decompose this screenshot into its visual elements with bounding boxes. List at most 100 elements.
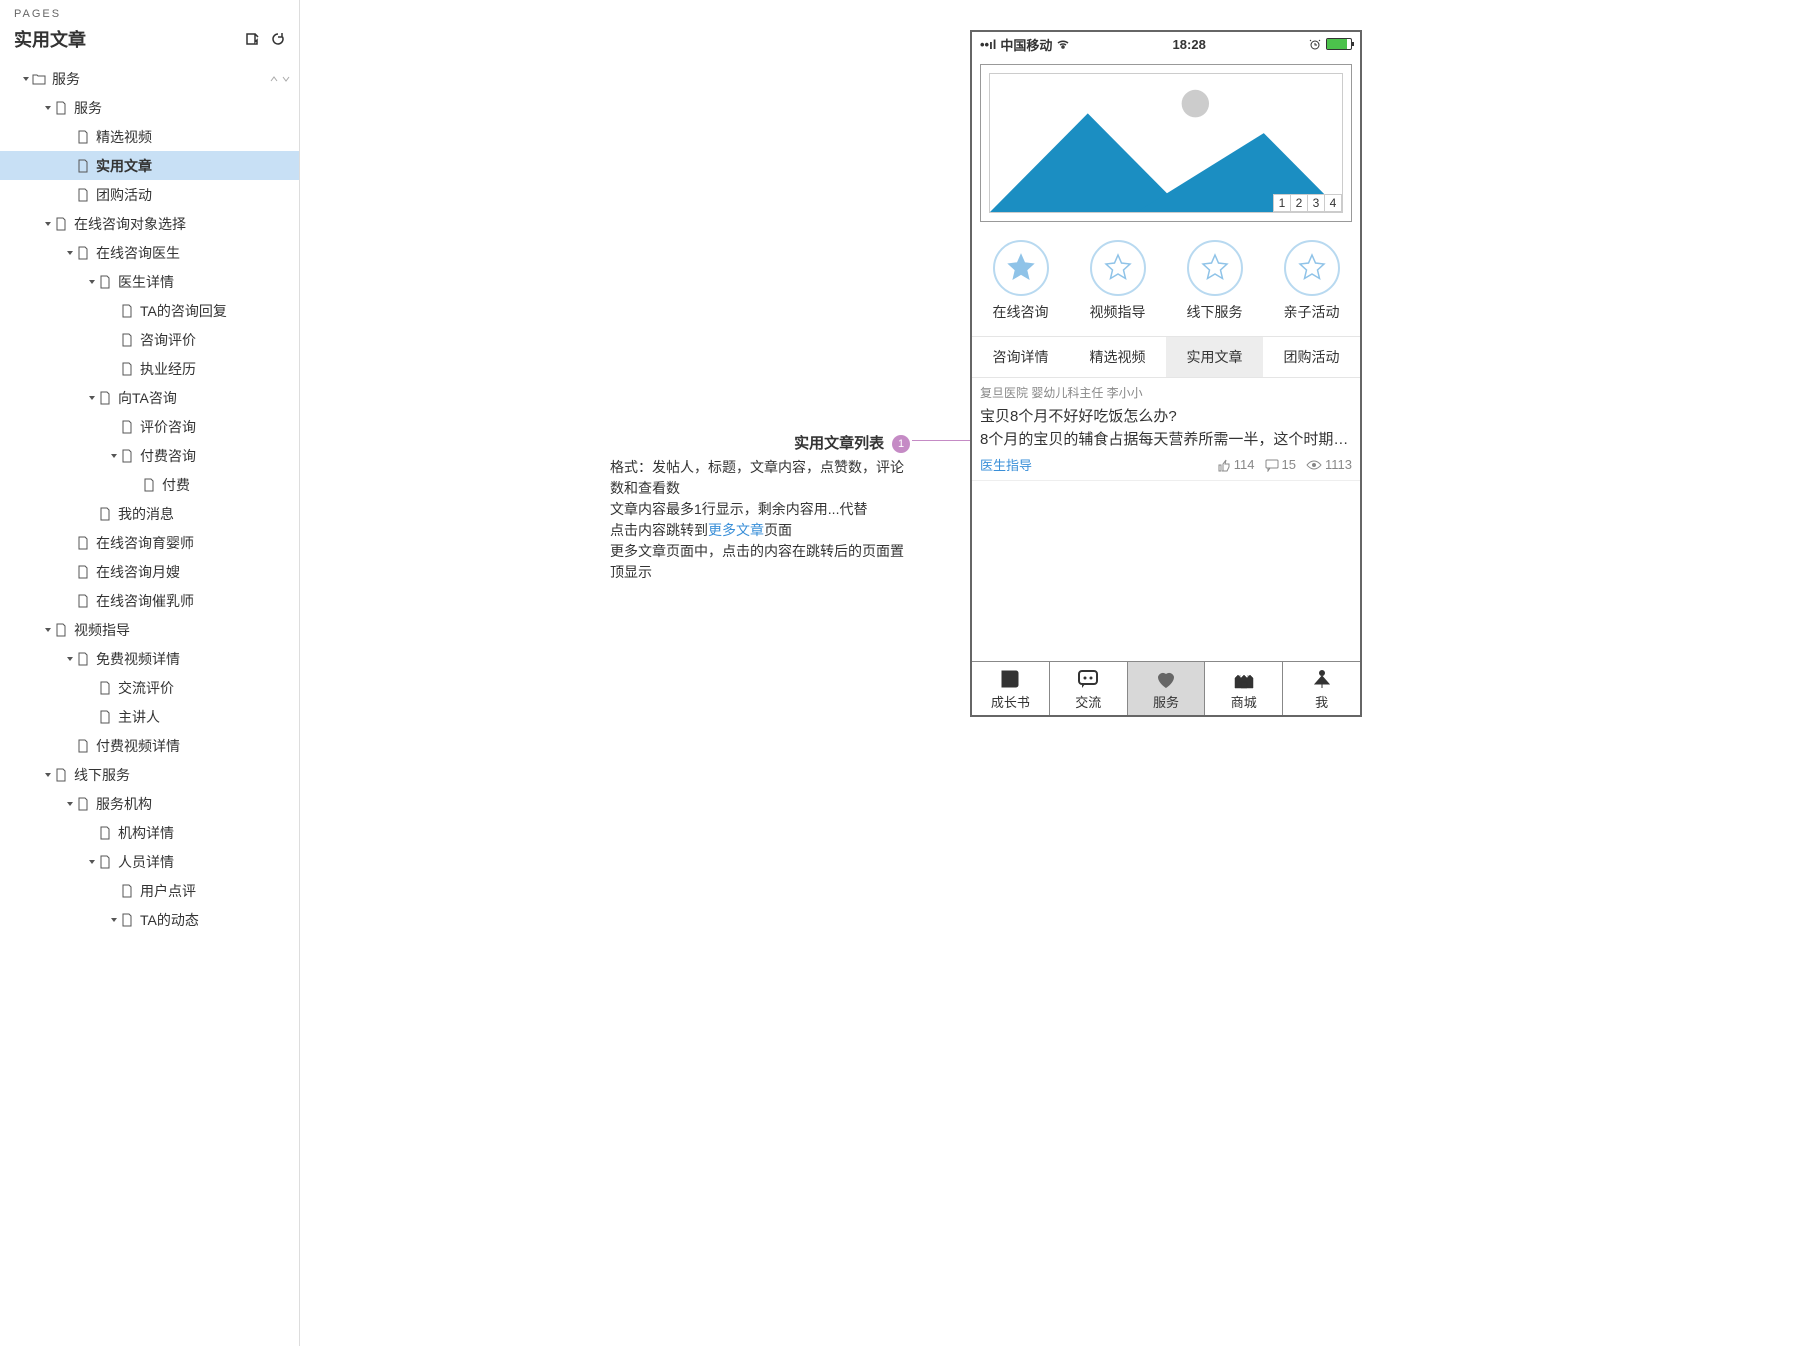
caret-icon[interactable] (64, 537, 76, 549)
nav-item[interactable]: 交流 (1050, 662, 1128, 715)
like-stat[interactable]: 114 (1217, 457, 1255, 472)
nav-item[interactable]: 服务 (1128, 662, 1206, 715)
caret-icon[interactable] (108, 421, 120, 433)
caret-icon[interactable] (86, 508, 98, 520)
page-icon (54, 623, 68, 637)
pager-item[interactable]: 1 (1273, 194, 1291, 212)
caret-icon[interactable] (42, 218, 54, 230)
tree-item[interactable]: 评价咨询 (0, 412, 299, 441)
content-tab[interactable]: 实用文章 (1166, 337, 1263, 377)
tree-item[interactable]: 视频指导 (0, 615, 299, 644)
tree-item[interactable]: 服务 (0, 64, 299, 93)
caret-icon[interactable] (86, 711, 98, 723)
caret-icon[interactable] (86, 682, 98, 694)
tree-item[interactable]: 服务机构 (0, 789, 299, 818)
pager-item[interactable]: 2 (1290, 194, 1308, 212)
tree-item[interactable]: 医生详情 (0, 267, 299, 296)
caret-icon[interactable] (64, 566, 76, 578)
tree-item[interactable]: 向TA咨询 (0, 383, 299, 412)
tree-item[interactable]: 服务 (0, 93, 299, 122)
tree-item[interactable]: 在线咨询月嫂 (0, 557, 299, 586)
tree-item[interactable]: TA的咨询回复 (0, 296, 299, 325)
tree-item-label: 医生详情 (118, 272, 174, 292)
tree-item[interactable]: 线下服务 (0, 760, 299, 789)
tree-item[interactable]: 在线咨询育婴师 (0, 528, 299, 557)
refresh-icon[interactable] (269, 30, 287, 48)
nav-item[interactable]: 我 (1283, 662, 1360, 715)
caret-icon[interactable] (86, 856, 98, 868)
pager-item[interactable]: 4 (1324, 194, 1342, 212)
caret-icon[interactable] (64, 595, 76, 607)
feature-button[interactable]: 亲子活动 (1284, 240, 1340, 322)
content-tab[interactable]: 精选视频 (1069, 337, 1166, 377)
caret-icon[interactable] (64, 160, 76, 172)
post-category[interactable]: 医生指导 (980, 455, 1032, 474)
tree-item-label: 咨询评价 (140, 330, 196, 350)
tree-item[interactable]: 机构详情 (0, 818, 299, 847)
eye-icon (1306, 458, 1322, 472)
tree-item[interactable]: 付费咨询 (0, 441, 299, 470)
caret-icon[interactable] (42, 624, 54, 636)
nav-item[interactable]: 商城 (1205, 662, 1283, 715)
caret-icon[interactable] (86, 276, 98, 288)
caret-icon[interactable] (108, 305, 120, 317)
content-tab[interactable]: 咨询详情 (972, 337, 1069, 377)
comment-stat[interactable]: 15 (1265, 457, 1296, 472)
annotation-badge: 1 (892, 435, 910, 453)
feature-button[interactable]: 在线咨询 (993, 240, 1049, 322)
caret-icon[interactable] (64, 189, 76, 201)
caret-icon[interactable] (108, 450, 120, 462)
nav-item[interactable]: 成长书 (972, 662, 1050, 715)
caret-icon[interactable] (64, 247, 76, 259)
annotation-link[interactable]: 更多文章 (708, 522, 764, 538)
caret-icon[interactable] (64, 740, 76, 752)
hero-banner[interactable]: 1234 (980, 64, 1352, 222)
caret-icon[interactable] (86, 392, 98, 404)
caret-icon[interactable] (20, 73, 32, 85)
tree-item[interactable]: 执业经历 (0, 354, 299, 383)
feature-button[interactable]: 视频指导 (1090, 240, 1146, 322)
chevron-down-icon[interactable] (281, 74, 291, 84)
tree-item-controls (269, 74, 291, 84)
tree-item[interactable]: 付费视频详情 (0, 731, 299, 760)
tree-item[interactable]: TA的动态 (0, 905, 299, 934)
tree-item[interactable]: 团购活动 (0, 180, 299, 209)
tree-item[interactable]: 在线咨询催乳师 (0, 586, 299, 615)
tree-item[interactable]: 在线咨询对象选择 (0, 209, 299, 238)
caret-icon[interactable] (42, 102, 54, 114)
pager-item[interactable]: 3 (1307, 194, 1325, 212)
caret-icon[interactable] (130, 479, 142, 491)
caret-icon[interactable] (42, 769, 54, 781)
caret-icon[interactable] (64, 131, 76, 143)
content-tab[interactable]: 团购活动 (1263, 337, 1360, 377)
tree-item[interactable]: 交流评价 (0, 673, 299, 702)
tree-item[interactable]: 在线咨询医生 (0, 238, 299, 267)
tree-item[interactable]: 精选视频 (0, 122, 299, 151)
tree-item[interactable]: 人员详情 (0, 847, 299, 876)
tree-item[interactable]: 付费 (0, 470, 299, 499)
caret-icon[interactable] (86, 827, 98, 839)
caret-icon[interactable] (64, 798, 76, 810)
hero-image-placeholder: 1234 (989, 73, 1343, 213)
nav-label: 服务 (1153, 692, 1179, 711)
view-stat[interactable]: 1113 (1306, 457, 1352, 472)
sidebar: PAGES 实用文章 服务服务精选视频实用文章团购活动在线咨询对象选择在线咨询医… (0, 0, 300, 1346)
tree-item[interactable]: 主讲人 (0, 702, 299, 731)
tree-item-label: 付费咨询 (140, 446, 196, 466)
post-item[interactable]: 复旦医院 婴幼儿科主任 李小小 宝贝8个月不好好吃饭怎么办? 8个月的宝贝的辅食… (972, 378, 1360, 481)
tree-item[interactable]: 用户点评 (0, 876, 299, 905)
tree-item[interactable]: 我的消息 (0, 499, 299, 528)
caret-icon[interactable] (108, 885, 120, 897)
tree-item[interactable]: 免费视频详情 (0, 644, 299, 673)
nav-icon (997, 668, 1023, 690)
chevron-up-icon[interactable] (269, 74, 279, 84)
caret-icon[interactable] (64, 653, 76, 665)
page-tree[interactable]: 服务服务精选视频实用文章团购活动在线咨询对象选择在线咨询医生医生详情TA的咨询回… (0, 60, 299, 1346)
feature-button[interactable]: 线下服务 (1187, 240, 1243, 322)
caret-icon[interactable] (108, 334, 120, 346)
caret-icon[interactable] (108, 363, 120, 375)
tree-item[interactable]: 咨询评价 (0, 325, 299, 354)
caret-icon[interactable] (108, 914, 120, 926)
export-icon[interactable] (243, 30, 261, 48)
tree-item[interactable]: 实用文章 (0, 151, 299, 180)
